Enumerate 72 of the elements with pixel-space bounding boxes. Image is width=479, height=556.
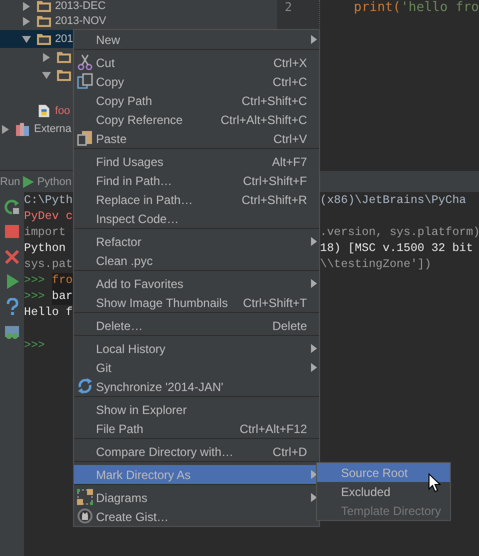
collapsed-arrow-icon[interactable]: [21, 0, 32, 12]
play-icon: [23, 176, 34, 188]
menu-item[interactable]: Compare Directory with… Ctrl+D: [74, 442, 319, 461]
menu-item[interactable]: Copy Ctrl+C: [74, 72, 319, 91]
menu-item[interactable]: New: [74, 30, 319, 49]
collapsed-arrow-icon[interactable]: [0, 124, 11, 134]
line-number: 2: [284, 0, 293, 14]
menu-item[interactable]: Delete… Delete: [74, 316, 319, 335]
console-prompt: >>>: [24, 338, 45, 354]
menu-item[interactable]: Cut Ctrl+X: [74, 53, 319, 72]
sync-icon: [77, 378, 93, 394]
stop-icon[interactable]: [4, 223, 20, 240]
folder-name[interactable]: 201: [55, 33, 74, 45]
console-text: sys.pat: [24, 257, 73, 273]
library-name[interactable]: Externa: [34, 123, 72, 135]
submenu-item[interactable]: Excluded: [317, 482, 450, 501]
menu-item[interactable]: Paste Ctrl+V: [74, 129, 319, 148]
run-icon[interactable]: [4, 273, 20, 290]
paste-icon: [77, 130, 93, 146]
menu-item[interactable]: Copy Path Ctrl+Shift+C: [74, 91, 319, 110]
help-icon[interactable]: [4, 298, 20, 315]
console-text: PyDev c: [24, 209, 73, 225]
console-text: C:\Pyth: [24, 193, 73, 209]
menu-item[interactable]: Show in Explorer: [74, 400, 319, 419]
file-name[interactable]: foo: [55, 105, 70, 117]
menu-item[interactable]: Synchronize '2014-JAN': [74, 377, 319, 396]
menu-item[interactable]: Replace in Path… Ctrl+Shift+R: [74, 190, 319, 209]
menu-item[interactable]: Diagrams: [74, 488, 319, 507]
console-text: 18) [MSC v.1500 32 bit: [320, 241, 474, 257]
console-prompt: >>>: [24, 289, 45, 305]
mouse-cursor-icon: [428, 473, 441, 493]
folder-icon: [36, 14, 52, 28]
library-icon: [15, 122, 31, 136]
close-icon[interactable]: [4, 248, 20, 265]
console-settings-icon[interactable]: [4, 323, 20, 340]
menu-item[interactable]: Show Image Thumbnails Ctrl+Shift+T: [74, 293, 319, 312]
console-prompt: >>>: [24, 273, 45, 289]
menu-item[interactable]: Copy Reference Ctrl+Alt+Shift+C: [74, 110, 319, 129]
run-label: Run: [0, 176, 20, 188]
collapsed-arrow-icon[interactable]: [21, 16, 32, 26]
cat-icon: [77, 508, 93, 524]
menu-item[interactable]: Find Usages Alt+F7: [74, 152, 319, 171]
console-text: Hello f: [24, 305, 73, 321]
menu-item[interactable]: Add to Favorites: [74, 274, 319, 293]
menu-item[interactable]: Find in Path… Ctrl+Shift+F: [74, 171, 319, 190]
rerun-icon[interactable]: [4, 198, 20, 215]
menu-item[interactable]: Git: [74, 358, 319, 377]
copy-icon: [77, 73, 93, 89]
code-line: print('hello fro: [354, 0, 479, 15]
expanded-arrow-icon[interactable]: [21, 34, 32, 44]
console-text: (x86)\JetBrains\PyCha: [320, 193, 466, 209]
expanded-arrow-icon[interactable]: [41, 70, 52, 80]
folder-icon: [56, 50, 72, 64]
folder-name[interactable]: 2013-DEC: [55, 0, 106, 12]
menu-item[interactable]: Refactor: [74, 232, 319, 251]
console-text: import: [24, 225, 66, 241]
console-text: \\testingZone']): [320, 257, 432, 273]
run-config-tab[interactable]: Python: [37, 176, 72, 188]
folder-icon: [36, 32, 52, 46]
menu-item[interactable]: Clean .pyc: [74, 251, 319, 270]
scissors-icon: [77, 54, 93, 70]
collapsed-arrow-icon[interactable]: [41, 52, 52, 62]
menu-item[interactable]: Local History: [74, 339, 319, 358]
menu-item[interactable]: Inspect Code…: [74, 209, 319, 228]
folder-icon: [56, 68, 72, 82]
console-text: Python: [24, 241, 66, 257]
menu-item[interactable]: Create Gist…: [74, 507, 319, 526]
diagram-icon: [77, 489, 93, 505]
folder-name[interactable]: 2013-NOV: [55, 15, 106, 27]
python-file-icon: [36, 104, 52, 118]
console-text: .version, sys.platform): [320, 225, 479, 241]
menu-item[interactable]: File Path Ctrl+Alt+F12: [74, 419, 319, 438]
